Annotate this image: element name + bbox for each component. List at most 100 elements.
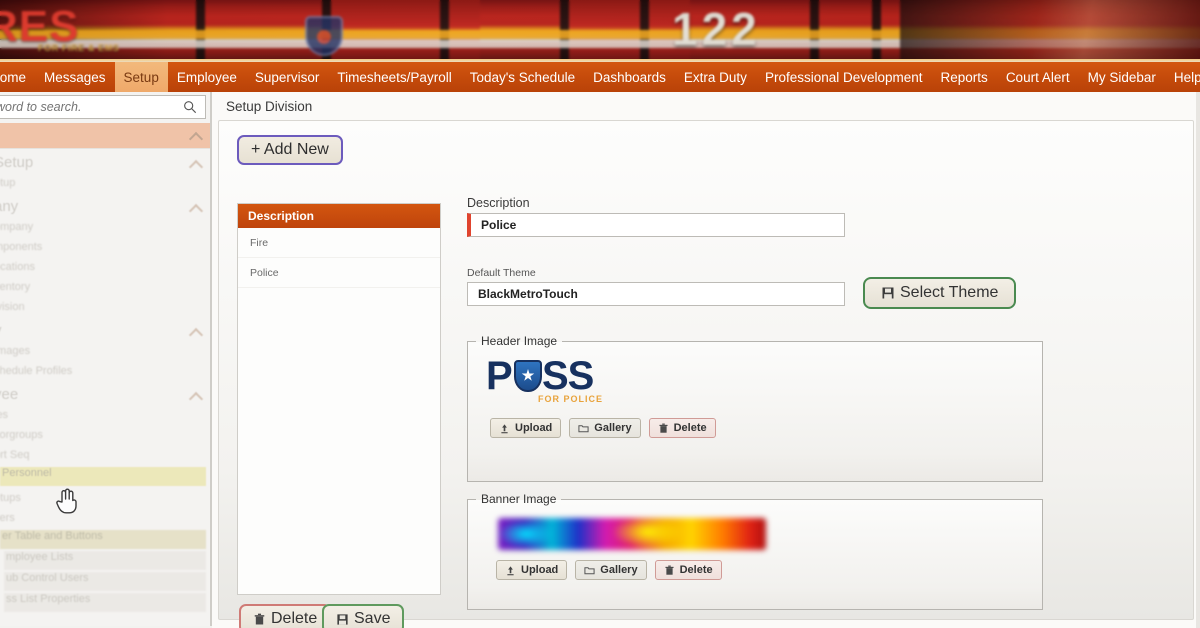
sidebar-item-setups[interactable]: etups: [0, 488, 210, 508]
nav-item-help[interactable]: Help: [1165, 62, 1200, 92]
banner-gallery-label: Gallery: [600, 564, 638, 576]
nav-item-court-alert[interactable]: Court Alert: [997, 62, 1079, 92]
nav-item-today-s-schedule[interactable]: Today's Schedule: [461, 62, 584, 92]
description-field[interactable]: Police: [467, 213, 845, 237]
add-new-button[interactable]: + Add New: [237, 135, 343, 165]
sidebar-group-label: y: [0, 322, 210, 339]
sidebar-item-components[interactable]: mponents: [0, 237, 210, 257]
select-theme-label: Select Theme: [900, 284, 999, 301]
banner-delete-label: Delete: [679, 564, 713, 576]
logo-letters-ss: SS: [542, 354, 594, 398]
setup-division-panel: + Add New Description Fire Police Descri…: [218, 120, 1194, 628]
nav-item-setup[interactable]: Setup: [114, 62, 168, 92]
sidebar-item-company[interactable]: ompany: [0, 217, 210, 237]
sidebar-item-users[interactable]: sers: [0, 508, 210, 528]
save-disk-icon: [882, 287, 894, 299]
sidebar-group-display[interactable]: y: [0, 317, 210, 341]
division-detail-form: Description Police Default Theme BlackMe…: [467, 196, 1167, 610]
nav-item-my-sidebar[interactable]: My Sidebar: [1079, 62, 1165, 92]
table-row[interactable]: Fire: [238, 228, 440, 258]
sidebar-item-schedule-profiles[interactable]: chedule Profiles: [0, 361, 210, 381]
application-window: 122 RES FOR FIRE & EMS HomeMessagesSetup…: [0, 0, 1200, 628]
table-row[interactable]: Police: [238, 258, 440, 288]
sidebar-item-employee-lists[interactable]: mployee Lists: [4, 551, 206, 570]
logo-letter-p: P: [486, 354, 513, 398]
chevron-up-icon: [191, 327, 201, 337]
sidebar-item-sub-control-users[interactable]: ub Control Users: [4, 572, 206, 591]
chevron-up-icon: [191, 391, 201, 401]
folder-icon: [584, 566, 595, 574]
description-label: Description: [467, 196, 530, 210]
header-upload-label: Upload: [515, 422, 553, 434]
banner-image-actions: Upload Gallery Delete: [496, 560, 1042, 580]
header-banner-image: 122 RES FOR FIRE & EMS: [0, 0, 1200, 62]
header-gallery-label: Gallery: [594, 422, 632, 434]
vertical-scrollbar[interactable]: [1196, 92, 1200, 628]
banner-blur: [0, 0, 1200, 62]
nav-item-extra-duty[interactable]: Extra Duty: [675, 62, 756, 92]
nav-item-home[interactable]: Home: [0, 62, 35, 92]
trash-icon: [659, 423, 668, 433]
banner-upload-button[interactable]: Upload: [496, 560, 568, 580]
sidebar-item-images[interactable]: Images: [0, 341, 210, 361]
sidebar-group-label: yee: [0, 386, 19, 403]
sidebar-group-label: any: [0, 198, 19, 215]
sidebar-item-user-table-and-buttons[interactable]: er Table and Buttons: [0, 530, 206, 549]
nav-item-messages[interactable]: Messages: [35, 62, 115, 92]
nav-item-reports[interactable]: Reports: [932, 62, 997, 92]
banner-image-section: Banner Image Upload Gallery Delete: [467, 492, 1043, 610]
sidebar-group-employee[interactable]: yee: [0, 381, 210, 405]
sidebar-item-workgroups[interactable]: korgroups: [0, 425, 210, 445]
default-theme-label: Default Theme: [467, 267, 536, 279]
header-image-section: Header Image P SS FOR POLICE Upload Gall…: [467, 334, 1043, 482]
sidebar-group-setup[interactable]: Setup: [0, 149, 210, 173]
banner-delete-button[interactable]: Delete: [654, 560, 722, 580]
chevron-up-icon: [191, 131, 201, 141]
nav-item-timesheets-payroll[interactable]: Timesheets/Payroll: [328, 62, 460, 92]
sidebar-item-locations[interactable]: ocations: [0, 257, 210, 277]
banner-image-preview: [498, 518, 766, 550]
division-list: Description Fire Police: [237, 203, 441, 595]
header-delete-button[interactable]: Delete: [648, 418, 716, 438]
sidebar-accent-header[interactable]: [0, 123, 210, 149]
header-image-actions: Upload Gallery Delete: [490, 418, 1042, 438]
select-theme-button[interactable]: Select Theme: [863, 277, 1017, 309]
breadcrumb: Setup Division: [226, 99, 313, 114]
sidebar-item-class-list-properties[interactable]: ss List Properties: [4, 593, 206, 612]
sidebar-item-personnel[interactable]: Personnel: [0, 467, 206, 486]
nav-item-dashboards[interactable]: Dashboards: [584, 62, 675, 92]
main-content-area: Setup Division + Add New Description Fir…: [212, 92, 1200, 628]
trash-icon: [665, 565, 674, 575]
banner-gallery-button[interactable]: Gallery: [575, 560, 647, 580]
left-sidebar: Setup etup any ompany mponents ocations …: [0, 92, 212, 626]
sidebar-item-sort-seq[interactable]: ort Seq: [0, 445, 210, 465]
folder-icon: [578, 424, 589, 432]
header-image-legend: Header Image: [481, 334, 558, 348]
sidebar-item-inventory[interactable]: ventory: [0, 277, 210, 297]
sidebar-item-division[interactable]: ivision: [0, 297, 210, 317]
search-input[interactable]: [0, 100, 163, 114]
chevron-up-icon: [191, 203, 201, 213]
delete-button-label: Delete: [271, 610, 318, 627]
header-upload-button[interactable]: Upload: [490, 418, 562, 438]
save-button[interactable]: Save: [322, 604, 405, 628]
header-gallery-button[interactable]: Gallery: [569, 418, 641, 438]
poss-for-police-logo: P SS FOR POLICE: [486, 354, 626, 408]
default-theme-field[interactable]: BlackMetroTouch: [467, 282, 845, 306]
nav-item-supervisor[interactable]: Supervisor: [246, 62, 329, 92]
sidebar-item-setup[interactable]: etup: [0, 173, 210, 193]
nav-item-employee[interactable]: Employee: [168, 62, 246, 92]
police-badge-icon: [514, 360, 542, 392]
main-navigation-bar: HomeMessagesSetupEmployeeSupervisorTimes…: [0, 62, 1200, 92]
sidebar-group-company[interactable]: any: [0, 193, 210, 217]
save-button-label: Save: [354, 610, 391, 627]
header-delete-label: Delete: [673, 422, 707, 434]
logo-tagline: FOR POLICE: [538, 394, 604, 404]
mouse-cursor-pointer: [56, 488, 77, 514]
search-icon[interactable]: [183, 100, 197, 114]
delete-button[interactable]: Delete: [239, 604, 332, 628]
save-disk-icon: [337, 613, 348, 625]
nav-item-professional-development[interactable]: Professional Development: [756, 62, 932, 92]
sidebar-item-titles[interactable]: les: [0, 405, 210, 425]
sidebar-search[interactable]: [0, 95, 206, 119]
